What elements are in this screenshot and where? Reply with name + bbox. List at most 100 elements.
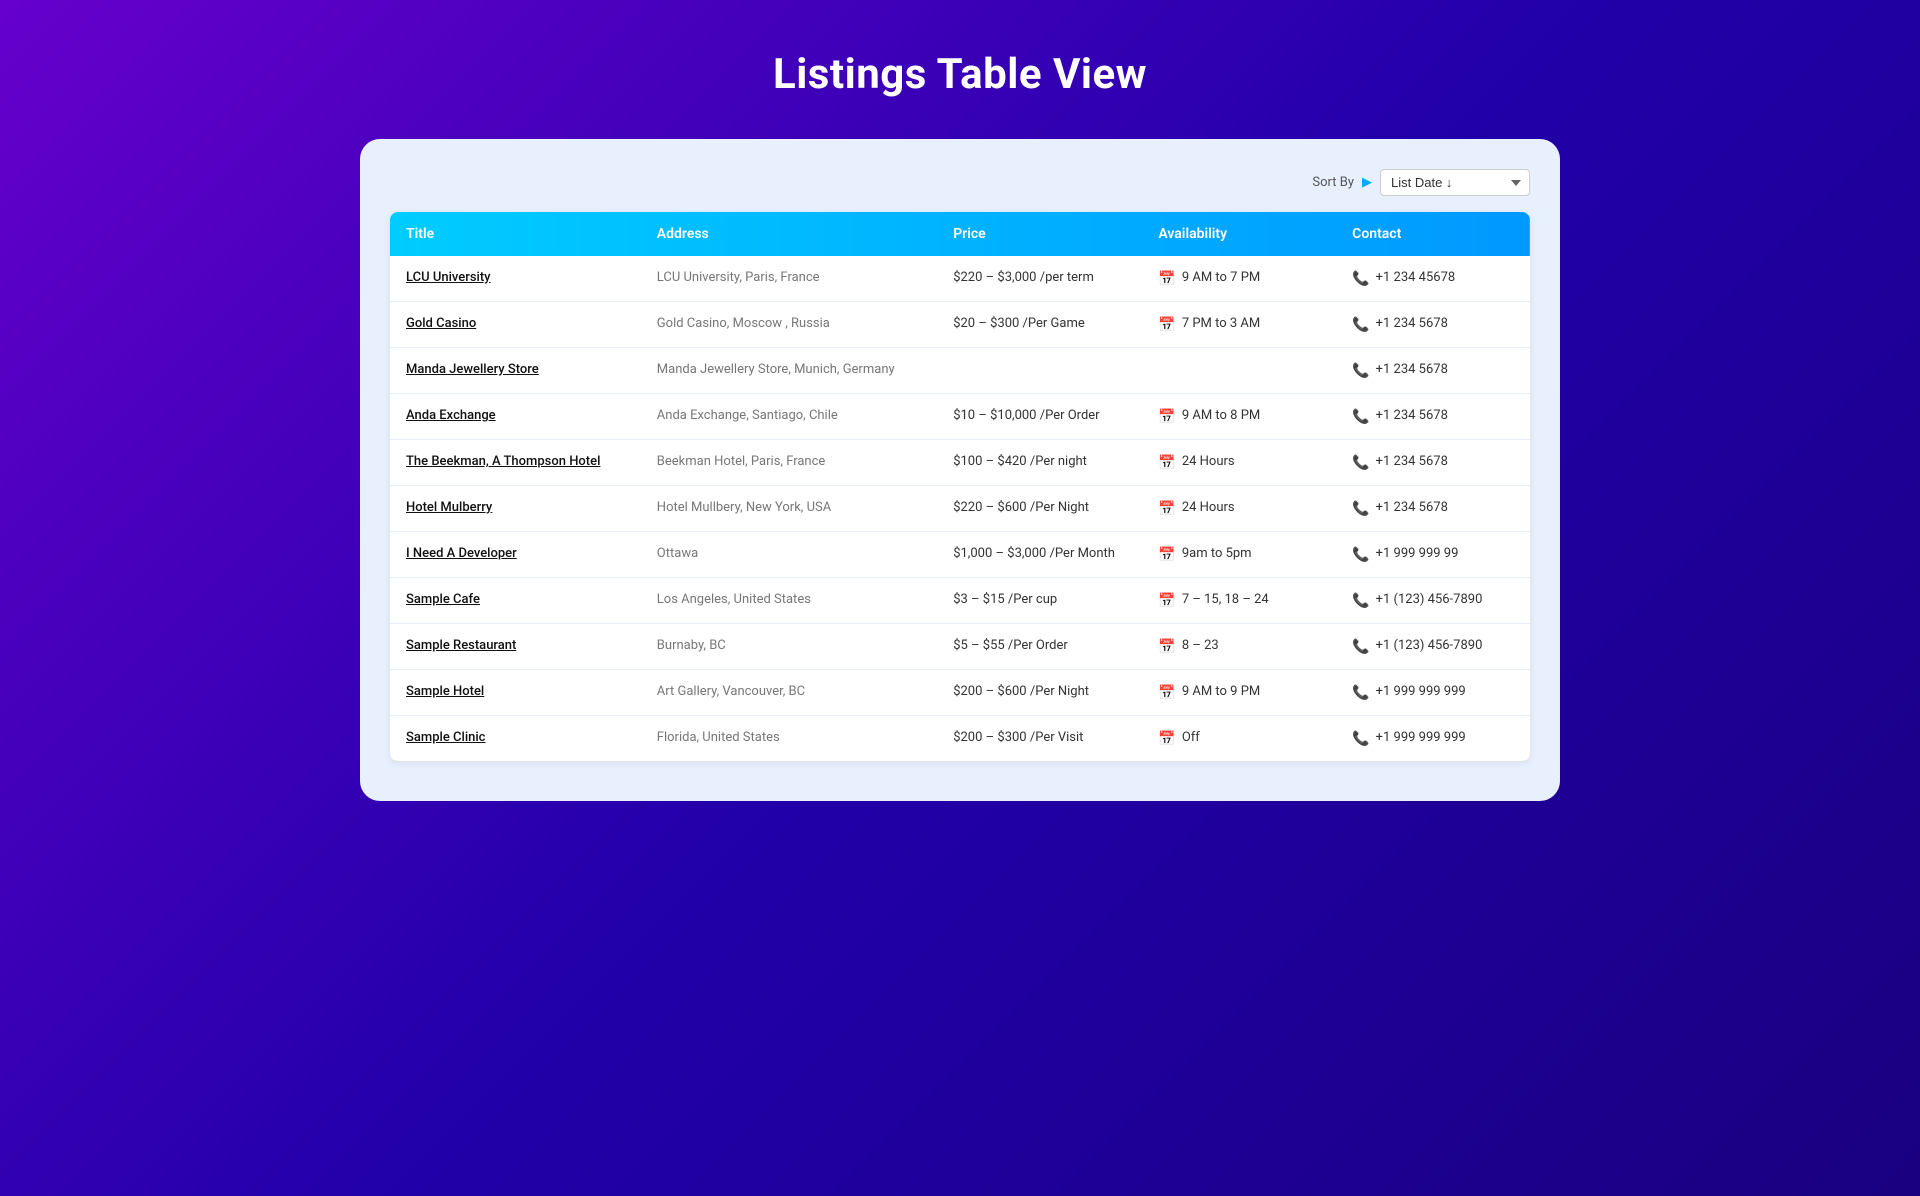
calendar-icon: 📅 <box>1158 639 1175 655</box>
calendar-icon: 📅 <box>1158 501 1175 517</box>
phone-icon: 📞 <box>1352 317 1369 333</box>
calendar-icon: 📅 <box>1158 593 1175 609</box>
availability-text: 9 AM to 7 PM <box>1182 270 1260 285</box>
table-row: Anda Exchange Anda Exchange, Santiago, Ch… <box>390 394 1530 440</box>
table-row: LCU University LCU University, Paris, Fra… <box>390 256 1530 302</box>
address-text: Anda Exchange, Santiago, Chile <box>657 408 838 423</box>
availability-text: 9 AM to 8 PM <box>1182 408 1260 423</box>
availability-text: 24 Hours <box>1182 454 1235 469</box>
contact-cell: 📞 +1 (123) 456-7890 <box>1352 592 1514 609</box>
phone-icon: 📞 <box>1352 547 1369 563</box>
phone-icon: 📞 <box>1352 593 1369 609</box>
page-header: Listings Table View <box>0 0 1920 139</box>
price-text: $200 – $600 /Per Night <box>953 684 1089 699</box>
address-text: Hotel Mullbery, New York, USA <box>657 500 831 515</box>
price-text: $200 – $300 /Per Visit <box>953 730 1083 745</box>
table-row: Sample ClinicFlorida, United States$200 … <box>390 716 1530 762</box>
availability-cell: 📅 24 Hours <box>1158 454 1320 471</box>
address-text: Manda Jewellery Store, Munich, Germany <box>657 362 895 377</box>
availability-text: 7 – 15, 18 – 24 <box>1182 592 1269 607</box>
col-header-address: Address <box>641 212 937 256</box>
address-text: LCU University, Paris, France <box>657 270 820 285</box>
availability-cell: 📅 9 AM to 8 PM <box>1158 408 1320 425</box>
price-text: $10 – $10,000 /Per Order <box>953 408 1099 423</box>
toolbar: Sort By ▶ List Date ↓Price ↑Price ↓Title… <box>390 169 1530 196</box>
page-title: Listings Table View <box>0 50 1920 99</box>
listings-table-wrapper: Title Address Price Availability Contact… <box>390 212 1530 761</box>
table-body: LCU University LCU University, Paris, Fra… <box>390 256 1530 761</box>
calendar-icon: 📅 <box>1158 547 1175 563</box>
table-row: Hotel Mulberry Hotel Mullbery, New York, … <box>390 486 1530 532</box>
phone-icon: 📞 <box>1352 731 1369 747</box>
contact-cell: 📞 +1 234 5678 <box>1352 316 1514 333</box>
listing-title-link[interactable]: Gold Casino <box>406 316 476 331</box>
contact-phone-text: +1 234 5678 <box>1376 408 1448 423</box>
address-text: Beekman Hotel, Paris, France <box>657 454 826 469</box>
listing-title-link[interactable]: Hotel Mulberry <box>406 500 492 515</box>
listing-title-link[interactable]: LCU University <box>406 270 491 285</box>
contact-phone-text: +1 234 5678 <box>1376 316 1448 331</box>
listing-title-link[interactable]: Anda Exchange <box>406 408 496 423</box>
contact-phone-text: +1 999 999 999 <box>1376 730 1466 745</box>
address-text: Burnaby, BC <box>657 638 726 653</box>
availability-text: Off <box>1182 730 1200 745</box>
contact-cell: 📞+1 234 5678 <box>1352 454 1514 471</box>
listing-title-link[interactable]: Manda Jewellery Store <box>406 362 539 377</box>
phone-icon: 📞 <box>1352 271 1369 287</box>
sort-dropdown[interactable]: List Date ↓Price ↑Price ↓Title A-Z <box>1380 169 1530 196</box>
listing-title-link[interactable]: Sample Hotel <box>406 684 484 699</box>
calendar-icon: 📅 <box>1158 409 1175 425</box>
table-row: Manda Jewellery Store Manda Jewellery Sto… <box>390 348 1530 394</box>
address-text: Art Gallery, Vancouver, BC <box>657 684 805 699</box>
address-text: Ottawa <box>657 546 698 561</box>
col-header-title: Title <box>390 212 641 256</box>
contact-phone-text: +1 (123) 456-7890 <box>1376 592 1483 607</box>
col-header-price: Price <box>937 212 1142 256</box>
phone-icon: 📞 <box>1352 685 1369 701</box>
availability-text: 8 – 23 <box>1182 638 1219 653</box>
listing-title-link[interactable]: The Beekman, A Thompson Hotel <box>406 454 600 469</box>
address-text: Gold Casino, Moscow , Russia <box>657 316 830 331</box>
main-container: Sort By ▶ List Date ↓Price ↑Price ↓Title… <box>360 139 1560 801</box>
availability-cell: 📅 8 – 23 <box>1158 638 1320 655</box>
header-row: Title Address Price Availability Contact <box>390 212 1530 256</box>
availability-text: 9am to 5pm <box>1182 546 1252 561</box>
price-text: $100 – $420 /Per night <box>953 454 1087 469</box>
col-header-contact: Contact <box>1336 212 1530 256</box>
contact-phone-text: +1 999 999 999 <box>1376 684 1466 699</box>
availability-text: 7 PM to 3 AM <box>1182 316 1260 331</box>
calendar-icon: 📅 <box>1158 317 1175 333</box>
listing-title-link[interactable]: Sample Restaurant <box>406 638 516 653</box>
contact-phone-text: +1 234 45678 <box>1376 270 1456 285</box>
calendar-icon: 📅 <box>1158 455 1175 471</box>
phone-icon: 📞 <box>1352 501 1369 517</box>
listing-title-link[interactable]: Sample Cafe <box>406 592 480 607</box>
contact-cell: 📞 +1 999 999 99 <box>1352 546 1514 563</box>
table-row: Sample CafeLos Angeles, United States$3 … <box>390 578 1530 624</box>
price-text: $220 – $3,000 /per term <box>953 270 1094 285</box>
table-row: Sample Hotel Art Gallery, Vancouver, BC $2… <box>390 670 1530 716</box>
phone-icon: 📞 <box>1352 639 1369 655</box>
contact-cell: 📞 +1 (123) 456-7890 <box>1352 638 1514 655</box>
table-header: Title Address Price Availability Contact <box>390 212 1530 256</box>
availability-cell: 📅 9 AM to 7 PM <box>1158 270 1320 287</box>
contact-phone-text: +1 999 999 99 <box>1376 546 1459 561</box>
price-text: $20 – $300 /Per Game <box>953 316 1085 331</box>
listing-title-link[interactable]: Sample Clinic <box>406 730 485 745</box>
calendar-icon: 📅 <box>1158 731 1175 747</box>
table-row: Sample RestaurantBurnaby, BC$5 – $55 /Pe… <box>390 624 1530 670</box>
listing-title-link[interactable]: I Need A Developer <box>406 546 517 561</box>
availability-cell: 📅9 AM to 9 PM <box>1158 684 1320 701</box>
address-text: Los Angeles, United States <box>657 592 811 607</box>
contact-cell: 📞 +1 234 5678 <box>1352 500 1514 517</box>
contact-cell: 📞 +1 234 45678 <box>1352 270 1514 287</box>
contact-phone-text: +1 (123) 456-7890 <box>1376 638 1483 653</box>
sort-by-label: Sort By <box>1312 175 1354 190</box>
table-row: The Beekman, A Thompson Hotel Beekman Hot… <box>390 440 1530 486</box>
listings-table: Title Address Price Availability Contact… <box>390 212 1530 761</box>
contact-cell: 📞+1 234 5678 <box>1352 408 1514 425</box>
availability-cell: 📅 Off <box>1158 730 1320 747</box>
contact-phone-text: +1 234 5678 <box>1376 500 1448 515</box>
table-row: Gold Casino Gold Casino, Moscow , Russia $… <box>390 302 1530 348</box>
calendar-icon: 📅 <box>1158 271 1175 287</box>
